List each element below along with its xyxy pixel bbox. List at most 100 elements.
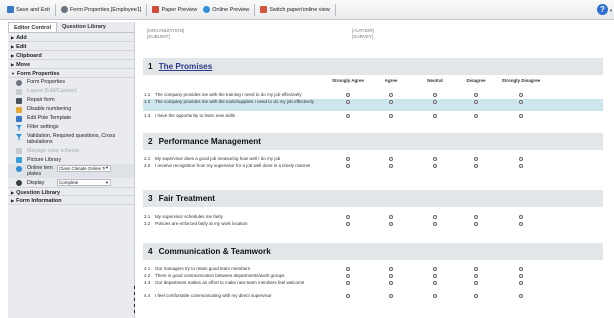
section-header[interactable]: 1 The Promises: [143, 58, 603, 75]
radio-agree[interactable]: [389, 164, 393, 168]
help-icon[interactable]: ?: [597, 4, 608, 15]
radio-disagree[interactable]: [474, 274, 478, 278]
sidebar-item-filter-settings[interactable]: Filter settings: [8, 123, 134, 132]
radio-strongly-disagree[interactable]: [519, 222, 523, 226]
question-row[interactable]: 3.2 Policies are enforced fairly at my wo…: [143, 221, 603, 227]
radio-agree[interactable]: [389, 215, 393, 219]
question-row[interactable]: 1.3 I have the opportunity to learn new s…: [143, 113, 603, 120]
sidebar-item-edit-pole-template[interactable]: Edit Pole Template: [8, 114, 134, 123]
question-row[interactable]: 4.1 Our managers try to retain good team …: [143, 266, 603, 272]
question-row[interactable]: 2.2 I receive recognition from my supervi…: [143, 163, 603, 175]
radio-strongly-disagree[interactable]: [519, 100, 523, 104]
radio-disagree[interactable]: [474, 114, 478, 118]
radio-neutral[interactable]: [433, 100, 437, 104]
section-header[interactable]: 3 Fair Treatment: [143, 190, 603, 207]
section-clipboard[interactable]: ▶ Clipboard: [8, 51, 134, 60]
radio-neutral[interactable]: [433, 157, 437, 161]
radio-strongly-disagree[interactable]: [519, 164, 523, 168]
section-edit[interactable]: ▶ Edit: [8, 42, 134, 51]
radio-agree[interactable]: [389, 93, 393, 97]
radio-agree[interactable]: [389, 100, 393, 104]
radio-strongly-disagree[interactable]: [519, 281, 523, 285]
sidebar-item-disable-numbering[interactable]: Disable numbering: [8, 105, 134, 114]
radio-strongly-disagree[interactable]: [519, 93, 523, 97]
radio-neutral[interactable]: [433, 93, 437, 97]
radio-strongly-agree[interactable]: [346, 114, 350, 118]
form-section[interactable]: 4 Communication & Teamwork: [143, 243, 603, 260]
online-template-select[interactable]: Class Climate Online Tem▼: [57, 165, 111, 173]
radio-strongly-disagree[interactable]: [519, 294, 523, 298]
section-header[interactable]: 2 Performance Management: [143, 133, 603, 150]
section-header[interactable]: 4 Communication & Teamwork: [143, 243, 603, 260]
sidebar-item-online-templates[interactable]: Online tem plates Class Climate Online T…: [8, 164, 134, 179]
sidebar-item-picture-library[interactable]: Picture Library: [8, 155, 134, 164]
display-select[interactable]: Complete ▼: [57, 179, 111, 187]
radio-neutral[interactable]: [433, 267, 437, 271]
form-section[interactable]: 2 Performance Management: [143, 133, 603, 150]
radio-disagree[interactable]: [474, 281, 478, 285]
section-form-information[interactable]: ▶ Form Information: [8, 196, 134, 206]
radio-agree[interactable]: [389, 294, 393, 298]
radio-strongly-agree[interactable]: [346, 93, 350, 97]
radio-disagree[interactable]: [474, 222, 478, 226]
radio-disagree[interactable]: [474, 100, 478, 104]
radio-strongly-disagree[interactable]: [519, 157, 523, 161]
radio-strongly-agree[interactable]: [346, 294, 350, 298]
section-move[interactable]: ▶ Move: [8, 60, 134, 69]
radio-neutral[interactable]: [433, 281, 437, 285]
radio-strongly-agree[interactable]: [346, 100, 350, 104]
radio-strongly-disagree[interactable]: [519, 215, 523, 219]
question-row[interactable]: 2.1 My supervisor does a good job measuri…: [143, 156, 603, 163]
tab-question-library[interactable]: Question Library: [57, 22, 111, 32]
question-row[interactable]: 4.3 Our department makes an effort to mak…: [143, 280, 603, 292]
sidebar-item-display[interactable]: Display Complete ▼: [8, 178, 134, 187]
radio-strongly-agree[interactable]: [346, 274, 350, 278]
radio-neutral[interactable]: [433, 274, 437, 278]
radio-neutral[interactable]: [433, 114, 437, 118]
radio-disagree[interactable]: [474, 267, 478, 271]
form-section[interactable]: 3 Fair Treatment: [143, 190, 603, 207]
section-question-library[interactable]: ▶ Question Library: [8, 187, 134, 197]
radio-agree[interactable]: [389, 157, 393, 161]
radio-agree[interactable]: [389, 267, 393, 271]
switch-view-button[interactable]: Switch paper/online view: [257, 3, 333, 17]
radio-strongly-agree[interactable]: [346, 222, 350, 226]
radio-disagree[interactable]: [474, 294, 478, 298]
online-preview-button[interactable]: Online Preview: [200, 3, 252, 17]
radio-neutral[interactable]: [433, 294, 437, 298]
form-section[interactable]: 1 The Promises: [143, 58, 603, 75]
section-add[interactable]: ▶ Add: [8, 33, 134, 42]
radio-strongly-agree[interactable]: [346, 157, 350, 161]
radio-disagree[interactable]: [474, 164, 478, 168]
radio-strongly-agree[interactable]: [346, 281, 350, 285]
radio-strongly-agree[interactable]: [346, 267, 350, 271]
question-row[interactable]: 4.4 I feel comfortable communicating with…: [143, 293, 603, 299]
question-row[interactable]: 4.2 There is good communication between d…: [143, 273, 603, 279]
question-row[interactable]: 1.1 The company provides me with the trai…: [143, 92, 603, 98]
sidebar-item-validation[interactable]: Validation, Required questions, Cross ta…: [8, 132, 134, 146]
radio-agree[interactable]: [389, 274, 393, 278]
radio-neutral[interactable]: [433, 164, 437, 168]
radio-strongly-disagree[interactable]: [519, 114, 523, 118]
radio-strongly-disagree[interactable]: [519, 274, 523, 278]
radio-agree[interactable]: [389, 222, 393, 226]
radio-disagree[interactable]: [474, 157, 478, 161]
sidebar-item-repair-form[interactable]: Repair form: [8, 96, 134, 105]
radio-strongly-agree[interactable]: [346, 215, 350, 219]
radio-neutral[interactable]: [433, 215, 437, 219]
paper-preview-button[interactable]: Paper Preview: [149, 3, 200, 17]
radio-neutral[interactable]: [433, 222, 437, 226]
section-form-properties[interactable]: ▼ Form Properties: [8, 69, 134, 78]
chevron-down-icon[interactable]: ▼: [609, 8, 613, 13]
question-row[interactable]: 1.2 The company provides me with the tool…: [143, 99, 603, 111]
sidebar-item-form-properties[interactable]: Form Properties: [8, 78, 134, 87]
radio-agree[interactable]: [389, 114, 393, 118]
tab-editor-control[interactable]: Editor Control: [8, 22, 57, 32]
question-row[interactable]: 3.1 My supervisor schedules me fairly: [143, 214, 603, 220]
radio-disagree[interactable]: [474, 93, 478, 97]
radio-agree[interactable]: [389, 281, 393, 285]
radio-disagree[interactable]: [474, 215, 478, 219]
save-exit-button[interactable]: Save and Exit: [4, 3, 53, 17]
radio-strongly-disagree[interactable]: [519, 267, 523, 271]
radio-strongly-agree[interactable]: [346, 164, 350, 168]
